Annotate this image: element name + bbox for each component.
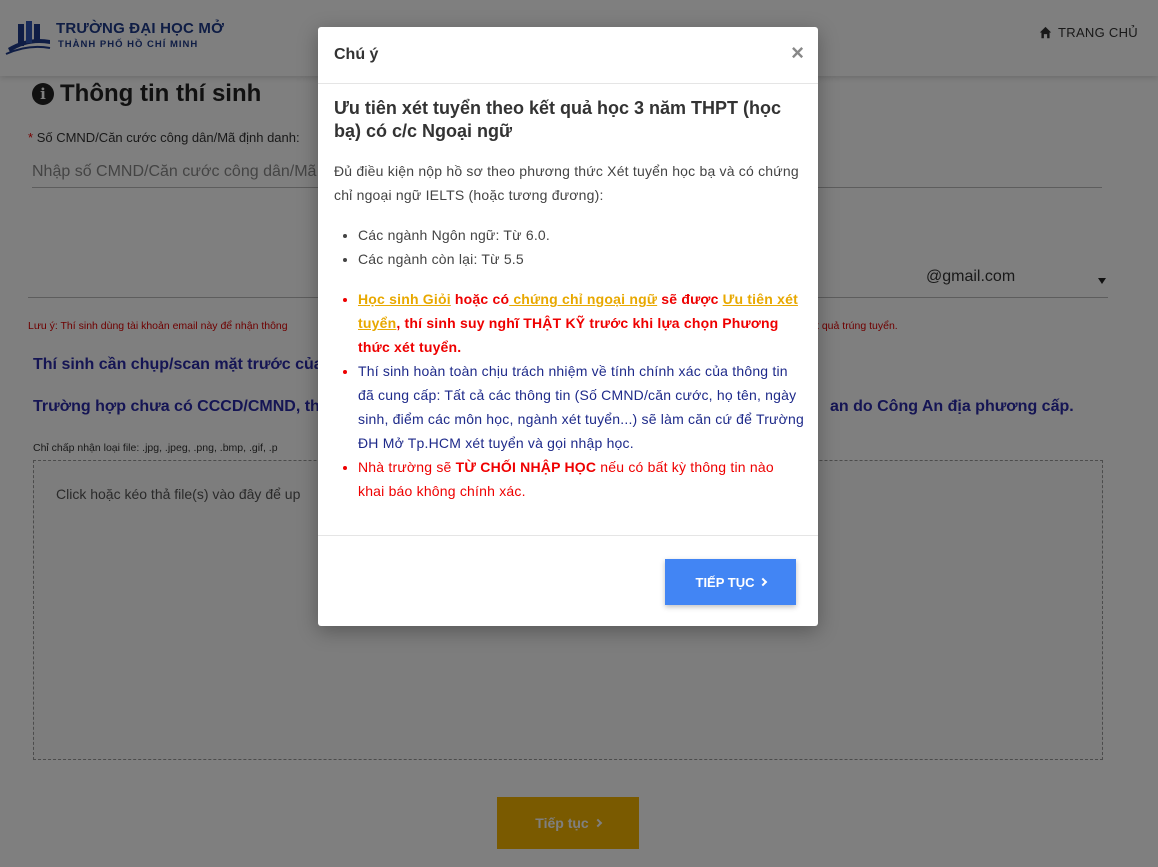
- modal-body: Ưu tiên xét tuyển theo kết quả học 3 năm…: [334, 97, 804, 503]
- list-item: Các ngành Ngôn ngữ: Từ 6.0.: [358, 223, 804, 247]
- notice-text: hoặc có: [450, 291, 510, 307]
- notice-modal: Chú ý × Ưu tiên xét tuyển theo kết quả h…: [318, 27, 818, 626]
- highlight-gifted-student: Học sinh Giỏi: [358, 291, 451, 307]
- modal-header: Chú ý ×: [318, 27, 818, 84]
- modal-intro: Đủ điều kiện nộp hồ sơ theo phương thức …: [334, 163, 799, 203]
- notice-list: Học sinh Giỏi hoặc có chứng chỉ ngoại ng…: [334, 287, 804, 503]
- modal-title: Chú ý: [334, 46, 379, 63]
- responsibility-text: Thí sinh hoàn toàn chịu trách nhiệm về t…: [358, 363, 804, 451]
- priority-notice: Học sinh Giỏi hoặc có chứng chỉ ngoại ng…: [358, 287, 804, 359]
- modal-continue-button[interactable]: TIẾP TỤC: [665, 559, 796, 605]
- notice-text: Nhà trường sẽ: [358, 459, 456, 475]
- responsibility-notice: Thí sinh hoàn toàn chịu trách nhiệm về t…: [358, 359, 804, 455]
- notice-text: sẽ được: [657, 291, 723, 307]
- modal-footer: TIẾP TỤC: [318, 535, 818, 626]
- rejection-emphasis: TỪ CHỐI NHẬP HỌC: [455, 459, 597, 475]
- list-item: Các ngành còn lại: Từ 5.5: [358, 247, 804, 271]
- modal-heading: Ưu tiên xét tuyển theo kết quả học 3 năm…: [334, 98, 781, 141]
- rejection-notice: Nhà trường sẽ TỪ CHỐI NHẬP HỌC nếu có bấ…: [358, 455, 804, 503]
- chevron-right-icon: [758, 577, 767, 587]
- highlight-language-certificate: chứng chỉ ngoại ngữ: [509, 291, 658, 307]
- close-icon[interactable]: ×: [791, 42, 804, 64]
- modal-continue-label: TIẾP TỤC: [695, 574, 755, 590]
- score-requirements-list: Các ngành Ngôn ngữ: Từ 6.0. Các ngành cò…: [334, 223, 804, 271]
- notice-text: , thí sinh suy nghĩ THẬT KỸ trước khi lự…: [358, 315, 779, 355]
